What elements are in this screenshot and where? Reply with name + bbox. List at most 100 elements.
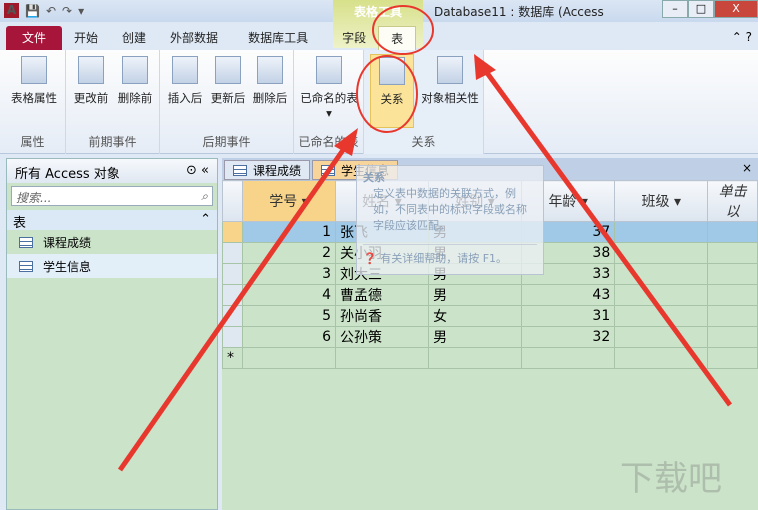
nav-item-student-info[interactable]: 学生信息 <box>7 254 217 278</box>
close-document-icon[interactable]: × <box>742 161 752 175</box>
tab-database-tools[interactable]: 数据库工具 <box>236 26 320 50</box>
cell-name[interactable]: 公孙策 <box>334 326 430 348</box>
doc-tab-course-scores[interactable]: 课程成绩 <box>224 160 311 180</box>
cell-age[interactable]: 31 <box>521 305 616 327</box>
object-dependencies-icon <box>437 56 463 84</box>
row-selector[interactable] <box>222 221 243 243</box>
cell-new[interactable] <box>707 284 758 306</box>
table-row[interactable]: 5 孙尚香女 31 <box>222 305 758 327</box>
group-relationships: 关系 对象相关性 关系 <box>364 50 484 154</box>
nav-section-tables[interactable]: 表 ⌃ <box>7 210 217 231</box>
cell-id[interactable]: 5 <box>241 305 337 327</box>
group-label: 属性 <box>20 135 45 149</box>
cell-gender[interactable]: 男 <box>428 284 523 306</box>
row-selector[interactable] <box>222 263 243 285</box>
undo-icon[interactable]: ↶ <box>46 4 56 18</box>
group-label: 关系 <box>411 135 436 149</box>
cell-class[interactable] <box>614 305 709 327</box>
customize-toolbar-icon[interactable]: ▾ <box>78 4 84 18</box>
cell-id[interactable]: 1 <box>241 221 337 243</box>
group-label: 前期事件 <box>88 135 137 149</box>
relationships-icon <box>379 57 405 85</box>
cell-new[interactable] <box>707 221 758 243</box>
column-header[interactable]: 班级 ▾ <box>614 180 709 222</box>
column-header[interactable]: 单击以 <box>707 180 758 222</box>
cell-gender[interactable]: 女 <box>428 305 523 327</box>
cell-class[interactable] <box>614 326 709 348</box>
cell-new[interactable] <box>707 305 758 327</box>
cell-id[interactable]: 3 <box>241 263 337 285</box>
collapse-icon: ⌃ <box>200 212 211 227</box>
cell-name[interactable]: 孙尚香 <box>334 305 430 327</box>
cell-id[interactable]: 2 <box>241 242 337 264</box>
table-row[interactable]: 6 公孙策男 32 <box>222 326 758 348</box>
ribbon-tabs: 文件 开始 创建 外部数据 数据库工具 字段 表 ⌃ ? <box>0 22 758 50</box>
nav-menu-chevron-icon[interactable]: ⊙ « <box>186 163 209 179</box>
title-bar: A 💾 ↶ ↷ ▾ 表格工具 Database11 : 数据库 (Access – □ X <box>0 0 758 48</box>
tab-external-data[interactable]: 外部数据 <box>158 26 230 50</box>
tab-file[interactable]: 文件 <box>6 26 63 50</box>
redo-icon[interactable]: ↷ <box>62 4 72 18</box>
select-all[interactable] <box>222 180 243 222</box>
help-icon: ❓ <box>363 252 381 265</box>
maximize-button[interactable]: □ <box>688 0 714 18</box>
save-icon[interactable]: 💾 <box>25 4 40 18</box>
group-named-macros: 已命名的表 ▾ 已命名的表 <box>294 50 364 154</box>
cell-gender[interactable]: 男 <box>428 326 523 348</box>
tab-home[interactable]: 开始 <box>62 26 110 50</box>
cell-age[interactable]: 43 <box>521 284 616 306</box>
help-icon[interactable]: ⌃ ? <box>726 30 758 50</box>
cell-class[interactable] <box>614 284 709 306</box>
tooltip-body: 定义表中数据的关联方式，例如，不同表中的标识字段或名称字段应该匹配。 <box>373 187 527 232</box>
cell-new[interactable] <box>707 242 758 264</box>
access-app-icon: A <box>4 3 19 18</box>
before-change-icon <box>78 56 104 84</box>
named-macro-icon <box>316 56 342 84</box>
table-icon <box>321 164 336 176</box>
row-selector[interactable] <box>222 284 243 306</box>
cell-name[interactable]: 曹孟德 <box>334 284 430 306</box>
before-change-button[interactable]: 更改前 <box>70 54 112 106</box>
row-selector[interactable] <box>222 305 243 327</box>
table-row[interactable]: 4 曹孟德男 43 <box>222 284 758 306</box>
after-update-icon <box>215 56 241 84</box>
column-header[interactable]: 学号 ▾ <box>241 180 337 222</box>
cell-new[interactable] <box>707 263 758 285</box>
tooltip: 关系 定义表中数据的关联方式，例如，不同表中的标识字段或名称字段应该匹配。 ❓ … <box>356 165 544 275</box>
tab-create[interactable]: 创建 <box>110 26 158 50</box>
cell-age[interactable]: 32 <box>521 326 616 348</box>
group-before-events: 更改前 删除前 前期事件 <box>66 50 160 154</box>
before-delete-button[interactable]: 删除前 <box>114 54 156 106</box>
row-selector[interactable] <box>222 242 243 264</box>
cell-class[interactable] <box>614 242 709 264</box>
nav-search-input[interactable]: 搜索... ⌕ <box>11 186 213 206</box>
minimize-button[interactable]: – <box>662 0 688 18</box>
after-insert-icon <box>172 56 198 84</box>
cell-id[interactable]: 4 <box>241 284 337 306</box>
cell-class[interactable] <box>614 221 709 243</box>
window-title: Database11 : 数据库 (Access <box>434 5 604 19</box>
after-update-button[interactable]: 更新后 <box>207 54 249 106</box>
close-button[interactable]: X <box>714 0 758 18</box>
nav-title[interactable]: 所有 Access 对象 <box>15 163 120 182</box>
named-macro-button[interactable]: 已命名的表 ▾ <box>298 54 360 120</box>
row-selector[interactable] <box>222 326 243 348</box>
cell-id[interactable]: 6 <box>241 326 337 348</box>
after-insert-button[interactable]: 插入后 <box>164 54 206 106</box>
table-icon <box>19 260 33 272</box>
navigation-pane: 所有 Access 对象 ⊙ « 搜索... ⌕ 表 ⌃ 课程成绩 学生信息 <box>6 158 218 510</box>
nav-item-course-scores[interactable]: 课程成绩 <box>7 230 217 254</box>
table-properties-icon <box>21 56 47 84</box>
after-delete-button[interactable]: 删除后 <box>249 54 291 106</box>
new-row-selector[interactable]: * <box>222 347 243 369</box>
tab-fields[interactable]: 字段 <box>330 26 378 50</box>
object-dependencies-button[interactable]: 对象相关性 <box>418 54 482 106</box>
tab-table[interactable]: 表 <box>378 26 417 50</box>
table-properties-button[interactable]: 表格属性 <box>6 54 62 106</box>
cell-new[interactable] <box>707 326 758 348</box>
before-delete-icon <box>122 56 148 84</box>
relationships-button[interactable]: 关系 <box>370 54 414 128</box>
table-icon <box>19 236 33 248</box>
cell-class[interactable] <box>614 263 709 285</box>
group-label: 已命名的表 <box>298 135 359 149</box>
